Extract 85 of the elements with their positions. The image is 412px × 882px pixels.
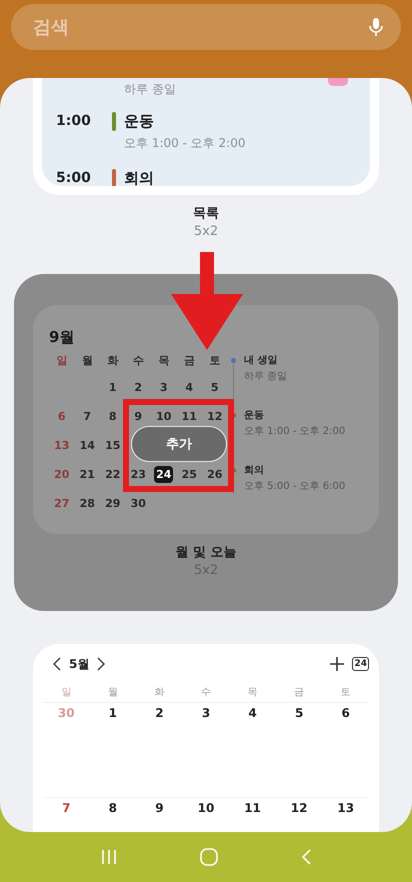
microphone-icon[interactable] <box>369 17 383 37</box>
date: 25 <box>180 467 198 483</box>
date: 23 <box>130 467 147 483</box>
chevron-right-icon[interactable] <box>97 657 106 671</box>
date: 26 <box>206 467 224 483</box>
event-time-range: 하루 종일 <box>124 81 176 98</box>
weekday-label: 수 <box>182 684 230 703</box>
date: 29 <box>104 496 122 512</box>
date: 28 <box>78 496 96 512</box>
search-field[interactable]: 검색 <box>31 16 369 38</box>
date: 9 <box>133 409 144 425</box>
date: 3 <box>158 380 169 396</box>
search-bar[interactable]: 검색 <box>11 4 401 50</box>
event-title: 회의 <box>124 168 154 186</box>
weekday-label: 월 <box>90 684 136 703</box>
plus-icon[interactable] <box>330 657 344 671</box>
today-button[interactable]: 24 <box>352 657 369 671</box>
recent-apps-icon[interactable] <box>101 849 118 865</box>
date: 27 <box>53 496 70 512</box>
weekday-label: 토 <box>208 353 222 369</box>
date: 11 <box>244 800 261 817</box>
date: 21 <box>78 467 96 483</box>
event-time-range: 오후 5:00 - 오후 6:00 <box>244 480 346 494</box>
date: 12 <box>206 409 224 425</box>
date: 3 <box>202 705 210 722</box>
weekday-label: 금 <box>182 353 196 369</box>
date: 30 <box>58 705 75 722</box>
weekday-label: 금 <box>276 684 322 703</box>
date: 22 <box>104 467 122 483</box>
weekday-label: 토 <box>322 684 369 703</box>
weekday-label: 일 <box>43 684 90 703</box>
date: 7 <box>62 800 70 817</box>
weekday-label: 월 <box>80 353 94 369</box>
add-button[interactable]: 추가 <box>131 426 227 462</box>
month-title: 5월 <box>69 656 90 672</box>
weekday-label: 일 <box>55 353 68 369</box>
date: 15 <box>104 438 122 454</box>
date: 13 <box>53 438 70 454</box>
weekday-label: 목 <box>157 353 170 369</box>
today-date: 24 <box>154 466 174 483</box>
date: 30 <box>130 496 147 512</box>
date: 13 <box>337 800 354 817</box>
date: 2 <box>155 705 164 722</box>
widget-preview-card[interactable]: 5월 24 일 월 화 수 목 금 토 30 1 2 3 4 5 6 7 8 9 10 11 12 13 <box>33 644 379 832</box>
date: 10 <box>155 409 172 425</box>
widget-name: 월 및 오늘 <box>175 544 237 562</box>
date: 8 <box>108 800 118 817</box>
widget-name: 목록 <box>193 205 219 223</box>
event-time-range: 오후 1:00 - 오후 2:00 <box>124 135 246 152</box>
date: 1 <box>108 705 118 722</box>
date: 7 <box>82 409 92 425</box>
weekday-label: 수 <box>132 353 145 369</box>
date: 4 <box>184 380 194 396</box>
chevron-left-icon[interactable] <box>53 657 61 671</box>
month-title: 9월 <box>49 327 76 348</box>
date: 20 <box>53 467 70 483</box>
date: 6 <box>342 705 350 722</box>
event-title: 운동 <box>124 111 154 132</box>
weekday-label: 화 <box>106 353 120 369</box>
date: 5 <box>210 380 220 396</box>
event-time: 5:00 <box>56 170 91 186</box>
event-title: 회의 <box>244 464 265 478</box>
date: 12 <box>290 800 308 817</box>
event-time-range: 오후 1:00 - 오후 2:00 <box>244 425 346 439</box>
date: 6 <box>56 409 67 425</box>
date: 11 <box>180 409 198 425</box>
date: 8 <box>108 409 118 425</box>
date: 4 <box>248 705 257 722</box>
event-time: 1:00 <box>56 113 91 129</box>
event-time-range: 하루 종일 <box>244 370 288 384</box>
date: 1 <box>108 380 118 396</box>
sticker-icon <box>328 78 348 86</box>
date: 14 <box>78 438 96 454</box>
weekday-label: 목 <box>229 684 276 703</box>
home-icon[interactable] <box>200 848 218 866</box>
widget-preview-card[interactable]: 하루 종일 1:00 운동 오후 1:00 - 오후 2:00 5:00 회의 <box>33 78 379 195</box>
date: 2 <box>133 380 144 396</box>
event-title: 내 생일 <box>244 354 278 368</box>
weekday-label: 화 <box>136 684 183 703</box>
back-icon[interactable] <box>300 849 311 865</box>
event-title: 운동 <box>244 409 265 423</box>
widget-size: 5x2 <box>194 223 218 241</box>
date: 5 <box>294 705 304 722</box>
date: 10 <box>198 800 214 817</box>
date: 9 <box>155 800 164 817</box>
